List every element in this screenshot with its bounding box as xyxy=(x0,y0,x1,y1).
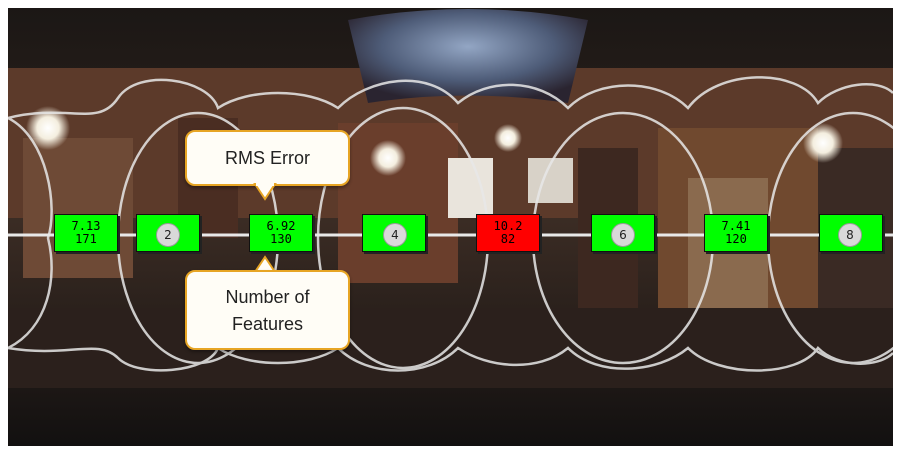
marker-5[interactable]: 10.2 82 xyxy=(476,214,540,252)
camera-node-2[interactable]: 2 xyxy=(156,223,180,247)
features-callout-line1: Number of xyxy=(225,287,310,307)
features-callout-line2: Features xyxy=(231,314,304,334)
rms-error-callout-text: RMS Error xyxy=(225,148,310,168)
rms-error-callout-pointer xyxy=(253,183,277,201)
camera-node-4[interactable]: 4 xyxy=(383,223,407,247)
features-callout: Number of Features xyxy=(185,270,350,350)
camera-node-8[interactable]: 8 xyxy=(838,223,862,247)
marker-5-features: 82 xyxy=(500,232,516,246)
camera-node-6[interactable]: 6 xyxy=(611,223,635,247)
marker-3[interactable]: 6.92 130 xyxy=(249,214,313,252)
panorama-viewer[interactable]: 7.13 171 6.92 130 10.2 82 7.41 120 2 4 6… xyxy=(8,8,893,446)
marker-1[interactable]: 7.13 171 xyxy=(54,214,118,252)
rms-error-callout: RMS Error xyxy=(185,130,350,186)
marker-7[interactable]: 7.41 120 xyxy=(704,214,768,252)
marker-3-features: 130 xyxy=(270,232,292,246)
marker-1-features: 171 xyxy=(75,232,97,246)
marker-7-features: 120 xyxy=(725,232,747,246)
